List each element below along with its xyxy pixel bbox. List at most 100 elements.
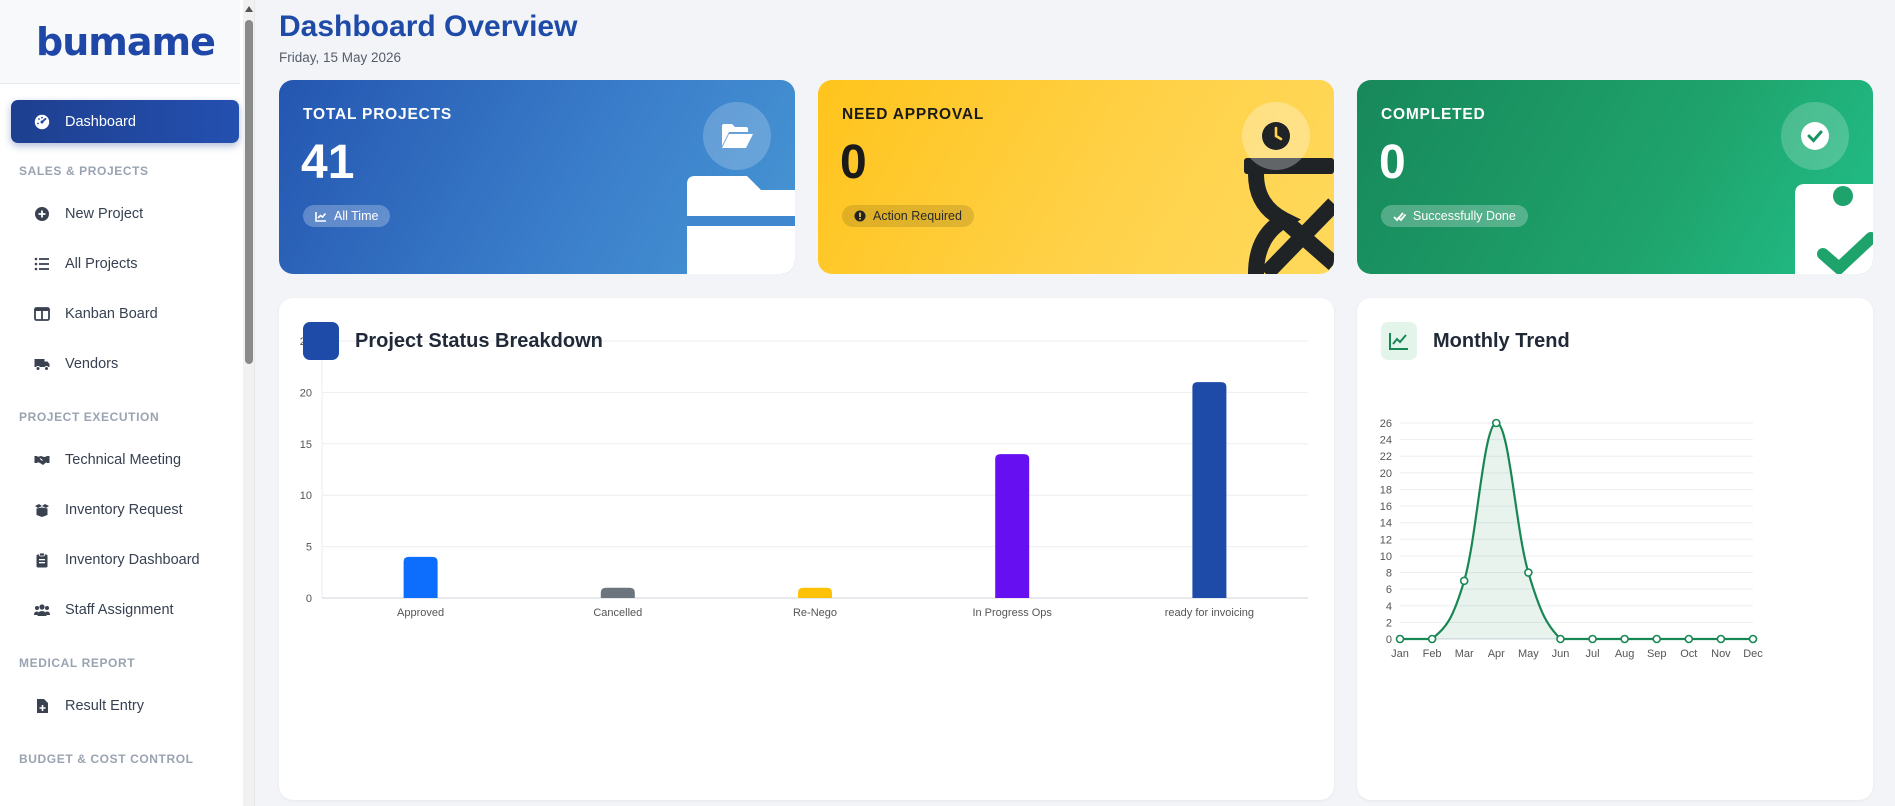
stat-card-total-projects[interactable]: TOTAL PROJECTS 41 All Time — [279, 80, 795, 274]
file-medical-icon — [33, 697, 51, 715]
stat-badge: Successfully Done — [1381, 205, 1528, 227]
sidebar-item-new-project[interactable]: New Project — [11, 189, 239, 239]
x-tick-label: Jan — [1391, 648, 1409, 660]
stat-label: COMPLETED — [1381, 106, 1486, 123]
sidebar-item-label: Staff Assignment — [65, 602, 174, 618]
data-point — [1556, 634, 1565, 644]
folder-open-icon — [703, 102, 771, 170]
data-point — [1652, 634, 1662, 644]
stat-label: NEED APPROVAL — [842, 106, 985, 123]
folder-decoration-icon — [687, 176, 795, 274]
bar — [798, 587, 832, 598]
x-tick-label: Jun — [1552, 648, 1570, 660]
sidebar-item-staff-assignment[interactable]: Staff Assignment — [11, 585, 239, 635]
status-bar-chart: 0510152025ApprovedCancelledRe-NegoIn Pro… — [300, 336, 1308, 619]
hourglass-decoration-icon — [1244, 158, 1334, 274]
box-open-icon — [33, 501, 51, 519]
x-tick-label: Sep — [1647, 648, 1667, 660]
nav-section-title: SALES & PROJECTS — [19, 164, 149, 178]
stat-label: TOTAL PROJECTS — [303, 106, 452, 123]
scroll-thumb[interactable] — [245, 20, 253, 364]
chart-line-icon — [315, 211, 327, 222]
x-tick-label: Nov — [1711, 648, 1731, 660]
y-tick-label: 12 — [1380, 534, 1392, 546]
x-tick-label: Approved — [397, 607, 444, 619]
data-point — [1395, 634, 1405, 644]
project-status-panel: Project Status Breakdown 0510152025Appro… — [279, 298, 1334, 800]
panel-header: Project Status Breakdown — [303, 322, 603, 360]
y-tick-label: 4 — [1386, 601, 1392, 613]
clipboard-check-decoration-icon — [1795, 184, 1873, 274]
stat-card-need-approval[interactable]: NEED APPROVAL 0 Action Required — [818, 80, 1334, 274]
check-circle-icon — [1781, 102, 1849, 170]
data-point — [1491, 418, 1501, 428]
sidebar-item-inventory-dashboard[interactable]: Inventory Dashboard — [11, 535, 239, 585]
stat-badge-label: Successfully Done — [1413, 209, 1516, 223]
line-chart-icon — [1381, 322, 1417, 360]
data-point — [1748, 634, 1758, 644]
y-tick-label: 20 — [1380, 468, 1392, 480]
bar — [995, 454, 1030, 598]
sidebar-nav: Dashboard SALES & PROJECTS New Project All… — [0, 84, 240, 777]
y-tick-label: 24 — [1380, 435, 1392, 447]
y-tick-label: 8 — [1386, 568, 1392, 580]
sidebar-item-kanban-board[interactable]: Kanban Board — [11, 289, 239, 339]
exclamation-circle-icon — [854, 210, 866, 222]
sidebar-scrollbar[interactable] — [243, 0, 254, 806]
main-content: Dashboard Overview Friday, 15 May 2026 T… — [255, 0, 1895, 806]
monthly-trend-panel: Monthly Trend 0 2 4 6 8 10 12 14 16 18 20 22 24 26 Jan… — [1357, 298, 1873, 800]
y-tick-label: 2 — [1386, 617, 1392, 629]
monthly-trend-chart: 02468101214161820222426Jan Feb Mar Apr May Ju… — [1380, 418, 1764, 660]
nav-section-title: BUDGET & COST CONTROL — [19, 752, 194, 766]
data-point — [1684, 634, 1694, 644]
scroll-up-arrow-icon[interactable] — [245, 6, 253, 12]
sidebar-item-label: Vendors — [65, 356, 119, 372]
stat-badge-label: Action Required — [873, 209, 962, 223]
data-point — [1620, 634, 1629, 644]
panel-title: Monthly Trend — [1433, 329, 1570, 352]
bar — [403, 556, 438, 598]
app-logo[interactable]: bumame — [36, 20, 216, 64]
panel-header: Monthly Trend — [1381, 322, 1570, 360]
y-tick-label: 18 — [1380, 484, 1392, 496]
x-tick-label: May — [1518, 648, 1539, 660]
x-tick-label: Re-Nego — [793, 607, 837, 619]
x-tick-label: Aug — [1615, 648, 1635, 660]
data-point — [1459, 576, 1469, 586]
sidebar-item-label: Dashboard — [65, 113, 136, 130]
nav-section-title: PROJECT EXECUTION — [19, 410, 160, 424]
sidebar-item-technical-meeting[interactable]: Technical Meeting — [11, 435, 239, 485]
y-tick-label: 10 — [300, 490, 312, 502]
users-icon — [33, 601, 51, 619]
handshake-icon — [33, 451, 51, 469]
plus-circle-icon — [33, 205, 51, 223]
bar — [1192, 382, 1227, 598]
y-tick-label: 15 — [300, 439, 312, 451]
x-tick-label: Apr — [1488, 648, 1505, 660]
stat-badge: Action Required — [842, 205, 974, 227]
data-point — [1588, 634, 1597, 644]
sidebar-item-label: Technical Meeting — [65, 452, 182, 468]
nav-section-title: MEDICAL REPORT — [19, 656, 136, 670]
data-point — [1427, 634, 1437, 644]
double-check-icon — [1393, 211, 1406, 222]
y-tick-label: 5 — [306, 542, 312, 554]
page-date: Friday, 15 May 2026 — [279, 50, 402, 65]
x-tick-label: In Progress Ops — [972, 607, 1052, 619]
sidebar-item-all-projects[interactable]: All Projects — [11, 239, 239, 289]
stat-value: 0 — [840, 136, 867, 189]
clipboard-icon — [33, 551, 51, 569]
y-tick-label: 26 — [1380, 418, 1392, 430]
x-tick-label: Cancelled — [593, 607, 642, 619]
sidebar-item-inventory-request[interactable]: Inventory Request — [11, 485, 239, 535]
panel-title: Project Status Breakdown — [355, 329, 603, 352]
sidebar-item-vendors[interactable]: Vendors — [11, 339, 239, 389]
sidebar-item-result-entry[interactable]: Result Entry — [11, 681, 239, 731]
sidebar-item-label: Result Entry — [65, 698, 144, 714]
stat-card-completed[interactable]: COMPLETED 0 Successfully Done — [1357, 80, 1873, 274]
y-tick-label: 0 — [306, 593, 312, 605]
clock-icon — [1242, 102, 1310, 170]
sidebar-item-dashboard[interactable]: Dashboard — [11, 100, 239, 143]
y-tick-label: 20 — [300, 387, 312, 399]
sidebar-item-label: Inventory Dashboard — [65, 552, 200, 568]
